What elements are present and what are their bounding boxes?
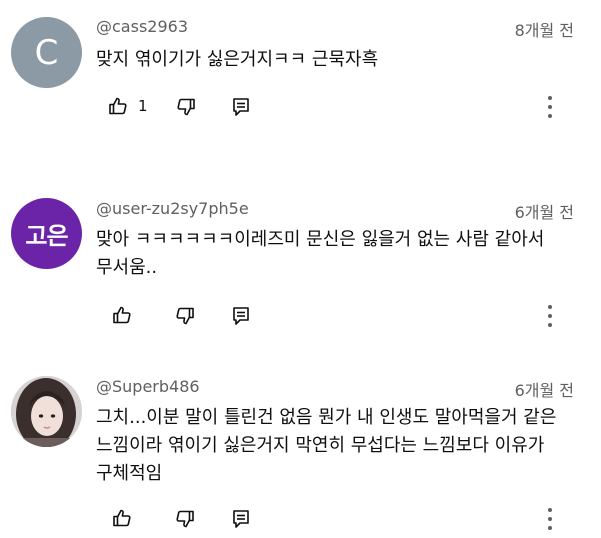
comment-text: 맞지 엮이기가 싫은거지ㅋㅋ 근묵자흑 (96, 49, 379, 70)
avatar-letter: 고은 (25, 222, 68, 250)
comment-time[interactable]: 6개월 전 (515, 199, 574, 223)
avatar-photo (11, 376, 82, 447)
reply-comment-icon (232, 97, 250, 117)
reply-button[interactable] (232, 306, 250, 326)
reply-button[interactable] (232, 509, 250, 529)
thumbs-up-icon (112, 305, 132, 325)
dislike-button[interactable] (175, 306, 195, 326)
avatar[interactable]: 고은 (11, 198, 82, 269)
more-options-button[interactable] (545, 96, 555, 120)
avatar[interactable]: C (11, 17, 82, 88)
comment-time[interactable]: 8개월 전 (515, 17, 574, 41)
comment-time[interactable]: 6개월 전 (515, 377, 574, 401)
dislike-button[interactable] (175, 509, 195, 529)
comment-text: 그치...이분 말이 틀린건 없음 뭔가 내 인생도 말아먹을거 같은 느낌이라… (96, 407, 557, 484)
reply-button[interactable] (232, 97, 250, 117)
avatar[interactable] (11, 376, 82, 447)
like-count: 1 (138, 97, 148, 115)
like-button[interactable]: 1 (108, 96, 148, 116)
reply-comment-icon (232, 306, 250, 326)
comment-author[interactable]: @Superb486 (96, 377, 200, 396)
more-options-button[interactable] (545, 305, 555, 329)
comment-author[interactable]: @cass2963 (96, 17, 188, 36)
more-vertical-icon (548, 305, 552, 309)
like-button[interactable] (112, 508, 132, 528)
thumbs-up-icon (112, 508, 132, 528)
comment-author[interactable]: @user-zu2sy7ph5e (96, 199, 249, 218)
more-vertical-icon (548, 508, 552, 512)
more-options-button[interactable] (545, 508, 555, 532)
comment-1: C @cass2963 8개월 전 맞지 엮이기가 싫은거지ㅋㅋ 근묵자흑 1 (0, 0, 601, 170)
comment-text: 맞아 ㅋㅋㅋㅋㅋㅋ이레즈미 문신은 잃을거 없는 사람 같아서 무서움.. (96, 229, 545, 278)
thumbs-down-icon (175, 306, 195, 326)
reply-comment-icon (232, 509, 250, 529)
dislike-button[interactable] (176, 97, 196, 117)
avatar-letter: C (34, 32, 59, 73)
thumbs-down-icon (175, 509, 195, 529)
like-button[interactable] (112, 305, 132, 325)
thumbs-down-icon (176, 97, 196, 117)
more-vertical-icon (548, 96, 552, 100)
thumbs-up-icon (108, 96, 128, 116)
